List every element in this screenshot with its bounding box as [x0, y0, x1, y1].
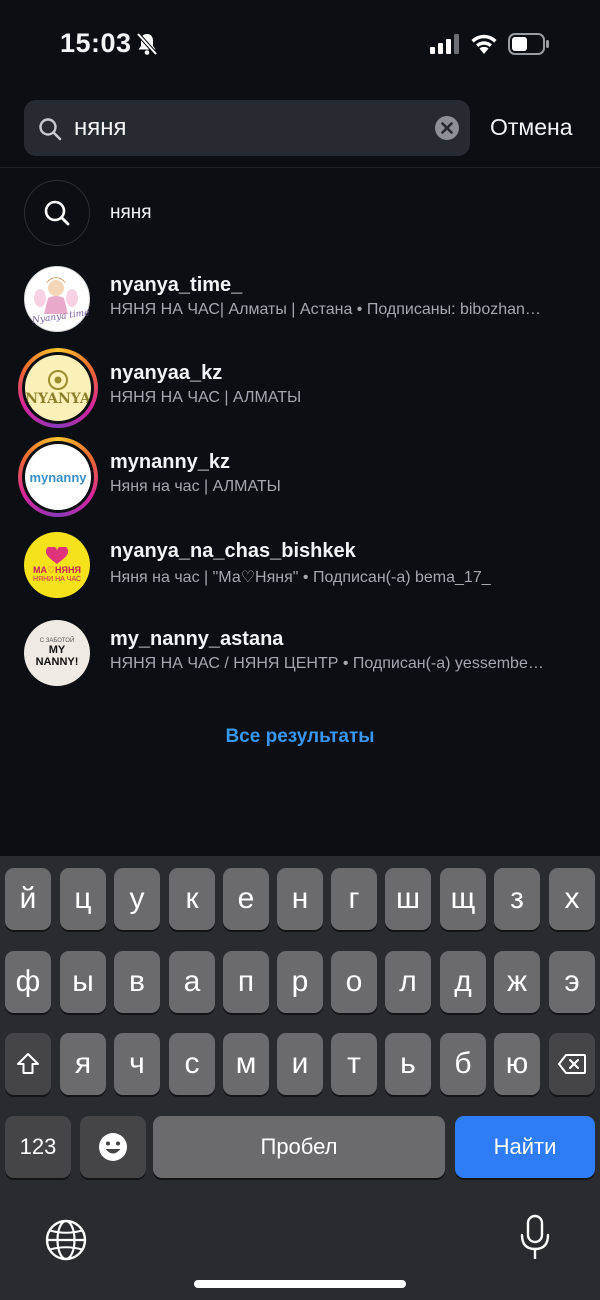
emoji-icon — [99, 1133, 127, 1161]
clear-search-icon[interactable] — [434, 115, 460, 141]
result-subtitle: НЯНЯ НА ЧАС | АЛМАТЫ — [110, 389, 302, 406]
avatar-image: МА♡НЯНЯ НЯНИ НА ЧАС — [24, 532, 90, 598]
key[interactable]: б — [440, 1033, 486, 1095]
key[interactable]: ш — [385, 868, 431, 930]
suggestion-search-circle — [24, 180, 90, 246]
avatar-image: NYANYA — [25, 355, 91, 421]
battery-icon — [508, 33, 549, 55]
result-row-my-nanny-astana[interactable]: С ЗАБОТОЙ MY NANNY! my_nanny_astana НЯНЯ… — [0, 620, 600, 708]
result-row-mynanny-kz[interactable]: mynanny mynanny_kz Няня на час | АЛМАТЫ — [0, 437, 600, 531]
key[interactable]: у — [114, 868, 160, 930]
emoji-key[interactable] — [80, 1116, 146, 1178]
result-username: nyanya_na_chas_bishkek — [110, 540, 356, 562]
home-indicator[interactable] — [194, 1280, 406, 1288]
suggestion-text: няня — [110, 202, 152, 223]
key[interactable]: ц — [60, 868, 106, 930]
key[interactable]: ь — [385, 1033, 431, 1095]
search-query-text: няня — [74, 114, 127, 141]
result-username: nyanyaa_kz — [110, 362, 223, 384]
search-bar-row: няня Отмена — [24, 100, 584, 156]
key[interactable]: щ — [440, 868, 486, 930]
wifi-icon — [471, 34, 497, 54]
key[interactable]: п — [223, 951, 269, 1013]
story-ring: mynanny — [18, 437, 98, 517]
result-row-nyanyaa-kz[interactable]: NYANYA nyanyaa_kz НЯНЯ НА ЧАС | АЛМАТЫ — [0, 348, 600, 442]
search-icon — [44, 200, 70, 226]
key[interactable]: м — [223, 1033, 269, 1095]
screen: 15:03 няня Отмена няня Nyanya time nyany… — [0, 0, 600, 1300]
avatar-text: MY NANNY! — [35, 644, 79, 668]
avatar: Nyanya time — [24, 266, 92, 334]
microphone-icon[interactable] — [518, 1214, 552, 1262]
avatar-image: mynanny — [25, 444, 91, 510]
story-ring: NYANYA — [18, 348, 98, 428]
space-key[interactable]: Пробел — [153, 1116, 445, 1178]
search-go-button[interactable]: Найти — [455, 1116, 595, 1178]
avatar-subtext: НЯНИ НА ЧАС — [32, 576, 82, 583]
shift-key[interactable] — [5, 1033, 51, 1095]
key[interactable]: й — [5, 868, 51, 930]
status-time: 15:03 — [60, 28, 132, 58]
result-subtitle: Няня на час | АЛМАТЫ — [110, 478, 281, 495]
key[interactable]: о — [331, 951, 377, 1013]
backspace-icon — [558, 1054, 586, 1074]
key[interactable]: в — [114, 951, 160, 1013]
key[interactable]: н — [277, 868, 323, 930]
avatar: mynanny — [18, 437, 98, 517]
key[interactable]: г — [331, 868, 377, 930]
result-row-nyanya-time[interactable]: Nyanya time nyanya_time_ НЯНЯ НА ЧАС| Ал… — [0, 266, 600, 354]
search-suggestion-row[interactable]: няня — [0, 180, 600, 268]
search-input[interactable]: няня — [24, 100, 470, 156]
key[interactable]: ж — [494, 951, 540, 1013]
numbers-key[interactable]: 123 — [5, 1116, 71, 1178]
backspace-key[interactable] — [549, 1033, 595, 1095]
key[interactable]: а — [169, 951, 215, 1013]
key[interactable]: я — [60, 1033, 106, 1095]
key[interactable]: с — [169, 1033, 215, 1095]
key[interactable]: ю — [494, 1033, 540, 1095]
suggestion-icon-wrap — [24, 180, 92, 248]
avatar: С ЗАБОТОЙ MY NANNY! — [24, 620, 92, 688]
search-icon — [39, 118, 62, 141]
avatar-text: mynanny — [29, 469, 87, 485]
key[interactable]: р — [277, 951, 323, 1013]
avatar: МА♡НЯНЯ НЯНИ НА ЧАС — [24, 532, 92, 600]
cellular-signal-icon — [430, 34, 459, 54]
key[interactable]: э — [549, 951, 595, 1013]
avatar: NYANYA — [18, 348, 98, 428]
globe-icon[interactable] — [44, 1218, 88, 1262]
result-username: mynanny_kz — [110, 451, 231, 473]
key[interactable]: ы — [60, 951, 106, 1013]
result-subtitle: НЯНЯ НА ЧАС| Алматы | Астана • Подписаны… — [110, 301, 541, 318]
bell-slash-icon — [136, 32, 158, 56]
key[interactable]: з — [494, 868, 540, 930]
key[interactable]: л — [385, 951, 431, 1013]
result-username: nyanya_time_ — [110, 274, 243, 296]
nanny-logo-icon — [48, 370, 68, 390]
key[interactable]: т — [331, 1033, 377, 1095]
shift-icon — [17, 1053, 39, 1074]
result-username: my_nanny_astana — [110, 628, 284, 650]
key[interactable]: ф — [5, 951, 51, 1013]
avatar-text: NYANYA — [25, 391, 91, 407]
heart-icon — [45, 547, 69, 564]
result-row-nyanya-na-chas-bishkek[interactable]: МА♡НЯНЯ НЯНИ НА ЧАС nyanya_na_chas_bishk… — [0, 532, 600, 620]
key[interactable]: д — [440, 951, 486, 1013]
key[interactable]: х — [549, 868, 595, 930]
divider — [0, 167, 600, 168]
result-subtitle: НЯНЯ НА ЧАС / НЯНЯ ЦЕНТР • Подписан(-а) … — [110, 655, 544, 672]
avatar-text: МА♡НЯНЯ — [32, 565, 81, 575]
key[interactable]: к — [169, 868, 215, 930]
cancel-button[interactable]: Отмена — [490, 114, 573, 141]
all-results-link[interactable]: Все результаты — [0, 726, 600, 748]
status-bar: 15:03 — [0, 0, 600, 90]
result-subtitle: Няня на час | "Ма♡Няня" • Подписан(-а) b… — [110, 569, 491, 586]
key[interactable]: ч — [114, 1033, 160, 1095]
avatar-image: С ЗАБОТОЙ MY NANNY! — [24, 620, 90, 686]
key[interactable]: и — [277, 1033, 323, 1095]
key[interactable]: е — [223, 868, 269, 930]
